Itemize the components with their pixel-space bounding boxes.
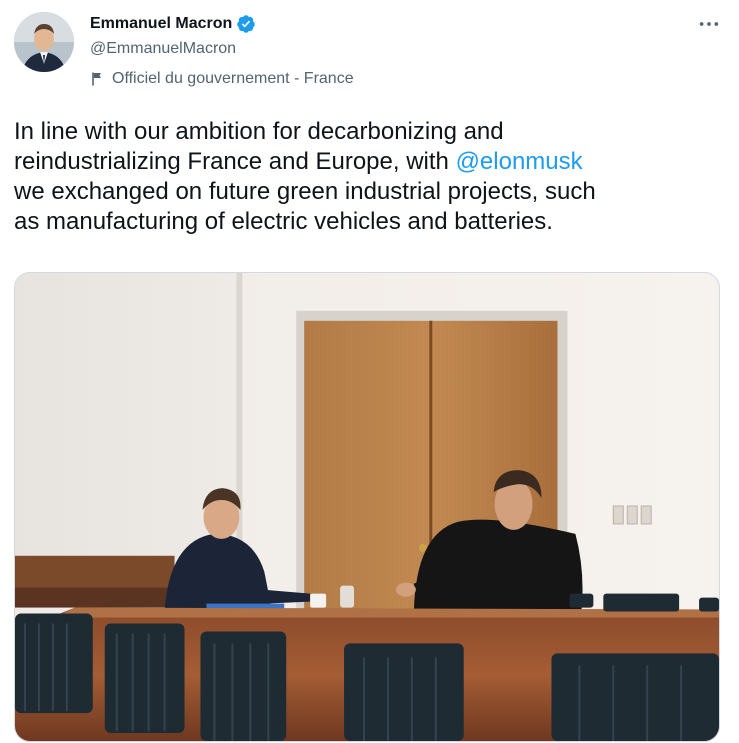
more-options-button[interactable]	[697, 14, 721, 34]
avatar-photo	[14, 12, 74, 72]
tweet-text: In line with our ambition for decarboniz…	[14, 117, 726, 237]
author-avatar[interactable]	[14, 12, 74, 72]
tweet-text-part: we exchanged on future green industrial …	[14, 178, 596, 235]
author-name-row: Emmanuel Macron	[90, 14, 256, 34]
tweet-photo[interactable]	[14, 272, 720, 742]
more-options-icon	[699, 22, 719, 26]
flag-icon	[92, 72, 101, 86]
tweet-text-part: In line with our ambition for decarboniz…	[14, 118, 504, 175]
author-display-name[interactable]: Emmanuel Macron	[90, 14, 232, 34]
author-handle[interactable]: @EmmanuelMacron	[90, 39, 236, 59]
meeting-photo	[15, 273, 719, 741]
verified-badge-icon	[236, 14, 256, 34]
government-label-text: Officiel du gouvernement - France	[112, 70, 354, 87]
mention-link[interactable]: @elonmusk	[456, 148, 583, 175]
tweet-card: Emmanuel Macron @EmmanuelMacron Officiel…	[0, 0, 739, 743]
government-label[interactable]: Officiel du gouvernement - France	[90, 69, 354, 89]
